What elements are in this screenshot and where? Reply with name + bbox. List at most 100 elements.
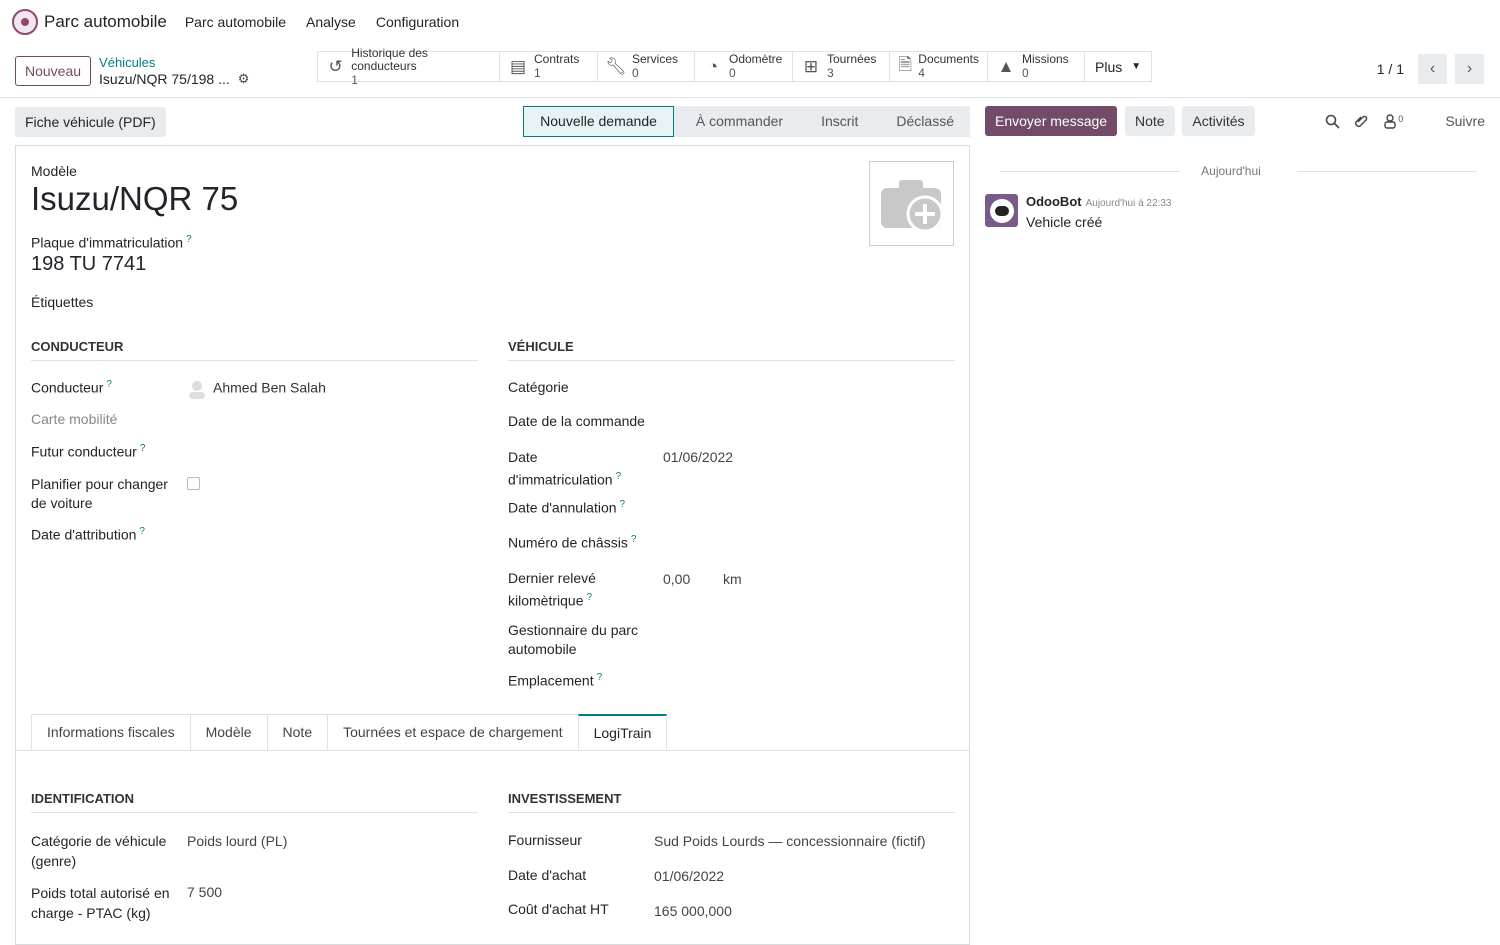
caret-down-icon: ▼ xyxy=(1131,61,1142,72)
investment-section-title: INVESTISSEMENT xyxy=(508,791,955,813)
plate-value[interactable]: 198 TU 7741 xyxy=(31,253,146,276)
road-icon: ▲ xyxy=(997,56,1015,76)
book-icon: ▤ xyxy=(509,56,527,76)
chassis-label: Numéro de châssis? xyxy=(508,534,637,551)
chevron-right-icon[interactable]: › xyxy=(1455,54,1484,84)
message-author[interactable]: OdooBot xyxy=(1026,194,1082,209)
supplier-value[interactable]: Sud Poids Lourds — concessionnaire (fict… xyxy=(654,833,926,849)
search-icon[interactable] xyxy=(1325,114,1340,129)
chatter-tools: 0 Suivre xyxy=(1325,113,1485,129)
odometer-value[interactable]: 0,00 xyxy=(663,571,690,587)
driver-section-title: CONDUCTEUR xyxy=(31,339,478,361)
location-label: Emplacement? xyxy=(508,672,603,689)
tags-label[interactable]: Étiquettes xyxy=(31,294,93,310)
vehicle-pdf-button[interactable]: Fiche véhicule (PDF) xyxy=(15,106,166,137)
app-brand[interactable]: Parc automobile xyxy=(12,9,167,35)
wrench-icon: 🔧︎ xyxy=(605,56,627,76)
cancel-date-label: Date d'annulation? xyxy=(508,499,626,516)
gear-icon[interactable]: ⚙ xyxy=(238,71,250,87)
follow-button[interactable]: Suivre xyxy=(1445,113,1485,129)
notebook-tabs: Informations fiscales Modèle Note Tourné… xyxy=(31,714,668,751)
log-note-button[interactable]: Note xyxy=(1124,106,1175,136)
followers-count: 0 xyxy=(1398,113,1404,124)
identification-section-title: IDENTIFICATION xyxy=(31,791,478,813)
stage-downgraded[interactable]: Déclassé xyxy=(874,106,970,137)
tab-tours-loading[interactable]: Tournées et espace de chargement xyxy=(327,714,579,751)
stage-new-request[interactable]: Nouvelle demande xyxy=(523,106,674,137)
menu-analyse[interactable]: Analyse xyxy=(306,14,356,30)
document-icon: 🗎︎ xyxy=(898,55,912,74)
purchase-cost-value[interactable]: 165 000,000 xyxy=(654,903,732,919)
model-value[interactable]: Isuzu/NQR 75 xyxy=(31,180,238,218)
vehicle-category-label: Catégorie de véhicule (genre) xyxy=(31,833,167,869)
vehicle-photo[interactable] xyxy=(869,161,954,246)
send-message-button[interactable]: Envoyer message xyxy=(985,106,1118,136)
map-icon: ⊞ xyxy=(803,56,819,76)
history-icon: ↺ xyxy=(328,56,343,76)
menu-configuration[interactable]: Configuration xyxy=(376,14,459,30)
chatter-message: OdooBot Aujourd'hui à 22:33 Vehicle créé xyxy=(985,194,1171,230)
new-button[interactable]: Nouveau xyxy=(15,55,92,86)
form-sheet: Modèle Isuzu/NQR 75 Plaque d'immatricula… xyxy=(15,145,970,945)
model-label: Modèle xyxy=(31,163,77,179)
ptac-value[interactable]: 7 500 xyxy=(187,884,222,900)
category-label: Catégorie xyxy=(508,379,569,395)
ptac-label: Poids total autorisé en charge - PTAC (kg… xyxy=(31,885,170,921)
followers-button[interactable]: 0 xyxy=(1383,114,1403,129)
future-driver-label: Futur conducteur? xyxy=(31,443,146,460)
tab-model[interactable]: Modèle xyxy=(189,714,268,751)
plan-change-checkbox[interactable] xyxy=(187,477,200,490)
driver-field[interactable]: Ahmed Ben Salah xyxy=(187,379,326,399)
smart-button-tours[interactable]: ⊞ Tournées 3 xyxy=(793,52,890,81)
registration-date-label: Date d'immatriculation? xyxy=(508,449,622,488)
tab-fiscal-info[interactable]: Informations fiscales xyxy=(31,714,191,751)
purchase-date-label: Date d'achat xyxy=(508,867,587,883)
order-date-label: Date de la commande xyxy=(508,413,645,429)
stage-to-order[interactable]: À commander xyxy=(673,106,800,137)
chevron-left-icon[interactable]: ‹ xyxy=(1418,54,1447,84)
stage-registered[interactable]: Inscrit xyxy=(799,106,875,137)
purchase-cost-label: Coût d'achat HT xyxy=(508,901,609,917)
smart-button-contracts[interactable]: ▤ Contrats 1 xyxy=(500,52,598,81)
avatar-placeholder-icon xyxy=(189,381,205,399)
driver-label: Conducteur? xyxy=(31,379,112,396)
pager: 1 / 1 ‹ › xyxy=(1377,54,1484,84)
menu-parc-automobile[interactable]: Parc automobile xyxy=(185,14,286,30)
chatter: Envoyer message Note Activités 0 Suivre … xyxy=(985,106,1485,230)
assignment-date-label: Date d'attribution? xyxy=(31,526,145,543)
smart-button-documents[interactable]: 🗎︎ Documents 4 xyxy=(890,52,988,81)
odometer-label: Dernier relevé kilomètrique? xyxy=(508,570,596,609)
smart-buttons: ↺ Historique des conducteurs 1 ▤ Contrats… xyxy=(317,46,1153,87)
more-dropdown[interactable]: Plus ▼ xyxy=(1085,52,1151,81)
stage-pipeline: Nouvelle demande À commander Inscrit Déc… xyxy=(523,106,970,137)
breadcrumb-vehicles-link[interactable]: Véhicules xyxy=(99,55,249,71)
camera-add-icon xyxy=(880,179,943,232)
tachometer-icon: ◔ xyxy=(707,56,719,76)
smart-button-odometer[interactable]: ◔ Odomètre 0 xyxy=(695,52,793,81)
tab-logitrain[interactable]: LogiTrain xyxy=(577,714,668,751)
odoobot-avatar[interactable] xyxy=(985,194,1018,227)
pager-value[interactable]: 1 / 1 xyxy=(1377,61,1404,77)
steering-wheel-icon xyxy=(12,9,38,35)
smart-button-services[interactable]: 🔧︎ Services 0 xyxy=(598,52,695,81)
mobility-card-label: Carte mobilité xyxy=(31,411,118,427)
activities-button[interactable]: Activités xyxy=(1182,106,1255,136)
plate-label: Plaque d'immatriculation? xyxy=(31,234,192,251)
registration-date-value[interactable]: 01/06/2022 xyxy=(663,449,733,465)
app-name: Parc automobile xyxy=(44,12,167,31)
status-bar: Fiche véhicule (PDF) Nouvelle demande À … xyxy=(15,106,970,137)
message-time: Aujourd'hui à 22:33 xyxy=(1085,198,1172,209)
plan-change-label: Planifier pour changer de voiture xyxy=(31,476,168,511)
tab-note[interactable]: Note xyxy=(266,714,329,751)
breadcrumb: Véhicules Isuzu/NQR 75/198 ... ⚙ xyxy=(99,55,249,87)
purchase-date-value[interactable]: 01/06/2022 xyxy=(654,868,724,884)
message-body: Vehicle créé xyxy=(1026,214,1103,230)
tab-divider xyxy=(16,750,969,751)
vehicle-category-value[interactable]: Poids lourd (PL) xyxy=(187,833,287,849)
user-lock-icon xyxy=(1384,113,1396,129)
smart-button-driver-history[interactable]: ↺ Historique des conducteurs 1 xyxy=(318,46,500,87)
paperclip-icon[interactable] xyxy=(1354,114,1369,129)
control-panel: Nouveau Véhicules Isuzu/NQR 75/198 ... ⚙… xyxy=(0,44,1500,98)
smart-button-missions[interactable]: ▲ Missions 0 xyxy=(988,52,1085,81)
date-separator: Aujourd'hui xyxy=(985,164,1477,178)
